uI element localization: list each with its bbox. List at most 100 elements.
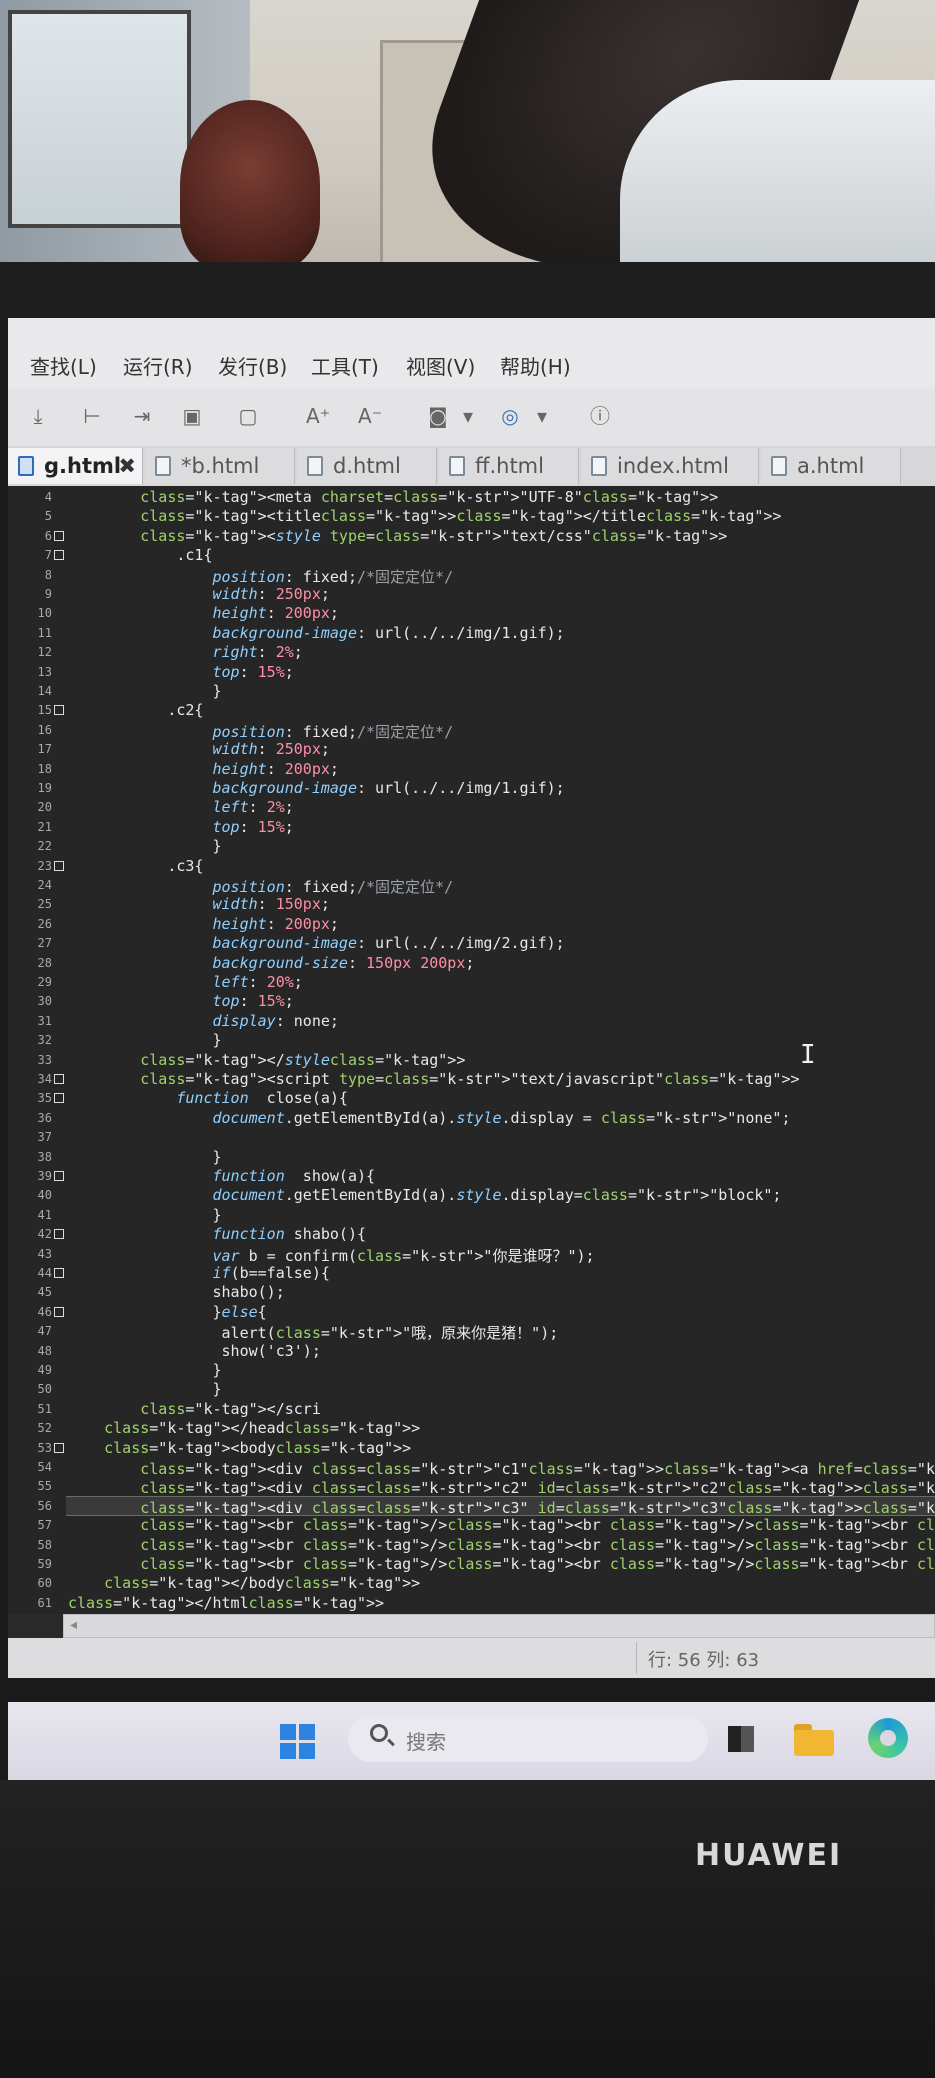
fold-toggle-icon[interactable] (54, 1074, 64, 1084)
fold-toggle-icon[interactable] (54, 1229, 64, 1240)
code-line[interactable]: class="k-tag"><div class=class="k-str">"… (68, 1497, 935, 1518)
menu-run[interactable]: 运行(R) (123, 351, 193, 380)
code-editor[interactable]: 4 5 6 7 8 9 10 11 12 13 14 15 16 17 18 19 20 21 22 23 24 25 26… (8, 486, 935, 1614)
code-line[interactable]: .c3{ (68, 857, 203, 875)
tab-a-html[interactable]: a.html (761, 448, 901, 484)
info-icon[interactable]: ⓘ (588, 404, 612, 428)
code-line[interactable]: class="k-tag"><meta charset=class="k-str… (68, 488, 718, 506)
code-line[interactable]: left: 20%; (68, 973, 303, 991)
taskbar-app-icon[interactable] (728, 1726, 754, 1752)
tab-ff-html[interactable]: ff.html (439, 448, 579, 484)
font-decrease-icon[interactable]: A⁻ (358, 404, 382, 428)
code-line[interactable]: right: 2%; (68, 643, 303, 661)
tab-index-html[interactable]: index.html (581, 448, 759, 484)
fold-toggle-icon[interactable] (54, 530, 64, 541)
code-line[interactable]: document.getElementById(a).style.display… (68, 1186, 782, 1204)
code-line[interactable]: display: none; (68, 1012, 339, 1030)
code-line[interactable]: class="k-tag"></bodyclass="k-tag">> (68, 1574, 420, 1592)
uncomment-icon[interactable]: ▢ (236, 404, 260, 428)
close-icon[interactable]: ✖ (118, 448, 136, 484)
menu-find[interactable]: 查找(L) (30, 351, 97, 380)
code-line[interactable]: if(b==false){ (68, 1264, 330, 1282)
code-line[interactable]: document.getElementById(a).style.display… (68, 1109, 791, 1127)
fold-toggle-icon[interactable] (54, 1442, 64, 1453)
code-line[interactable]: } (68, 1148, 221, 1166)
code-line[interactable]: } (68, 1206, 221, 1224)
code-line[interactable]: class="k-tag"><br class="k-tag">/>class=… (68, 1555, 935, 1573)
code-line[interactable]: } (68, 1361, 221, 1379)
code-line[interactable]: class="k-tag"><script type=class="k-str"… (68, 1070, 799, 1088)
code-line[interactable]: .c2{ (68, 701, 203, 719)
fold-toggle-icon[interactable] (54, 860, 64, 871)
menu-help[interactable]: 帮助(H) (500, 351, 571, 380)
code-line[interactable]: height: 200px; (68, 915, 339, 933)
code-line[interactable]: class="k-tag"><style type=class="k-str">… (68, 527, 727, 545)
code-line[interactable]: width: 250px; (68, 740, 330, 758)
fold-toggle-icon[interactable] (54, 1306, 64, 1317)
code-line[interactable]: }else{ (68, 1303, 266, 1321)
code-line[interactable]: height: 200px; (68, 760, 339, 778)
code-line[interactable]: class="k-tag"><br class="k-tag">/>class=… (68, 1516, 935, 1534)
code-line[interactable]: class="k-tag"></scri (68, 1400, 321, 1418)
code-line[interactable]: } (68, 682, 221, 700)
file-explorer-icon[interactable] (794, 1722, 834, 1756)
code-line[interactable]: } (68, 1031, 221, 1049)
code-line[interactable]: function close(a){ (68, 1089, 348, 1107)
code-line[interactable]: background-image: url(../../img/1.gif); (68, 779, 565, 797)
edge-browser-icon[interactable] (868, 1718, 908, 1758)
indent-right-icon[interactable]: ⇥ (130, 404, 154, 428)
fold-toggle-icon[interactable] (54, 550, 64, 561)
code-line[interactable]: show('c3'); (68, 1342, 321, 1360)
menu-tools[interactable]: 工具(T) (311, 351, 379, 380)
code-line[interactable]: shabo(); (68, 1283, 284, 1301)
code-line[interactable]: class="k-tag"><div class=class="k-str">"… (68, 1458, 935, 1479)
code-line[interactable]: var b = confirm(class="k-str">"你是谁呀？"); (68, 1245, 595, 1266)
code-line[interactable]: class="k-tag"><bodyclass="k-tag">> (68, 1439, 411, 1457)
code-line[interactable]: } (68, 1380, 221, 1398)
code-line[interactable]: class="k-tag"><div class=class="k-str">"… (68, 1477, 935, 1498)
tab-g-html[interactable]: g.html ✖ (8, 448, 143, 484)
code-line[interactable]: height: 200px; (68, 604, 339, 622)
code-line[interactable]: .c1{ (68, 546, 212, 564)
code-line[interactable]: left: 2%; (68, 798, 294, 816)
tab-d-html[interactable]: d.html (297, 448, 437, 484)
font-increase-icon[interactable]: A⁺ (306, 404, 330, 428)
horizontal-scrollbar[interactable]: ◂ (63, 1614, 935, 1638)
fold-toggle-icon[interactable] (54, 1171, 64, 1181)
code-line[interactable]: top: 15%; (68, 663, 294, 681)
tab-b-html[interactable]: *b.html (145, 448, 295, 484)
download-icon[interactable]: ⤓ (26, 404, 50, 428)
code-line[interactable]: width: 150px; (68, 895, 330, 913)
code-line[interactable]: top: 15%; (68, 992, 294, 1010)
fold-toggle-icon[interactable] (54, 1093, 64, 1104)
code-line[interactable]: function show(a){ (68, 1167, 376, 1185)
code-line[interactable]: class="k-tag"></headclass="k-tag">> (68, 1419, 420, 1437)
run-browser-icon[interactable]: ◙ (426, 404, 450, 428)
code-line[interactable]: position: fixed;/*固定定位*/ (68, 566, 454, 587)
fold-toggle-icon[interactable] (54, 1268, 64, 1278)
code-line[interactable]: class="k-tag"></styleclass="k-tag">> (68, 1051, 465, 1069)
code-line[interactable]: class="k-tag"><titleclass="k-tag">>class… (68, 507, 781, 525)
menu-view[interactable]: 视图(V) (406, 351, 475, 380)
code-line[interactable]: background-image: url(../../img/1.gif); (68, 624, 565, 642)
menu-release[interactable]: 发行(B) (218, 351, 287, 380)
code-line[interactable]: background-size: 150px 200px; (68, 954, 475, 972)
code-line[interactable]: position: fixed;/*固定定位*/ (68, 721, 454, 742)
comment-icon[interactable]: ▣ (180, 404, 204, 428)
code-line[interactable]: class="k-tag"></htmlclass="k-tag">> (68, 1594, 384, 1612)
code-line[interactable]: class="k-tag"><br class="k-tag">/>class=… (68, 1536, 935, 1554)
code-line[interactable]: top: 15%; (68, 818, 294, 836)
code-line[interactable]: alert(class="k-str">"哦，原来你是猪！"); (68, 1322, 559, 1343)
fold-toggle-icon[interactable] (54, 705, 64, 716)
chevron-down-icon[interactable]: ▾ (456, 404, 480, 428)
scroll-left-icon[interactable]: ◂ (70, 1617, 77, 1633)
taskbar-search[interactable]: 搜索 (348, 1716, 708, 1762)
code-line[interactable]: function shabo(){ (68, 1225, 367, 1243)
indent-left-icon[interactable]: ⊢ (80, 404, 104, 428)
chevron-down-icon[interactable]: ▾ (530, 404, 554, 428)
code-line[interactable]: position: fixed;/*固定定位*/ (68, 876, 454, 897)
code-line[interactable]: width: 250px; (68, 585, 330, 603)
windows-start-icon[interactable] (280, 1724, 316, 1760)
code-line[interactable]: } (68, 837, 221, 855)
browser-icon[interactable]: ◎ (498, 404, 522, 428)
